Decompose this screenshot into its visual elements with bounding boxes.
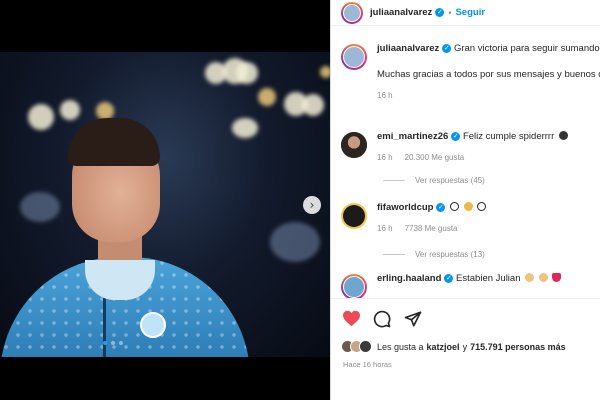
soccer-ball-emoji-icon	[477, 202, 487, 211]
commenter-avatar[interactable]	[341, 274, 367, 298]
commenter-avatar[interactable]	[341, 132, 367, 158]
comment-item: fifaworldcup ✓ 16 h 7738 Me gusta	[341, 201, 600, 233]
carousel-pager	[103, 341, 123, 345]
verified-icon: ✓	[442, 43, 452, 53]
separator: •	[448, 7, 452, 18]
post-header: juliaanalvarez ✓ • Seguir	[331, 0, 600, 26]
comments-list: juliaanalvarez ✓ Gran victoria para segui…	[331, 26, 600, 298]
comment-text: Feliz cumple spiderrrr	[462, 131, 555, 142]
post-side-panel: juliaanalvarez ✓ • Seguir juliaanalvarez…	[330, 0, 600, 400]
trophy-face-emoji-icon	[463, 202, 473, 211]
caption-time: 16 h	[377, 91, 393, 100]
comment-likes[interactable]: 20.300 Me gusta	[405, 153, 465, 162]
caption-text-2: Muchas gracias a todos por sus mensajes …	[377, 69, 600, 80]
comment-time: 16 h	[377, 153, 393, 162]
comment-username[interactable]: emi_martinez26	[377, 131, 448, 142]
heart-icon	[342, 310, 360, 327]
verified-icon: ✓	[444, 273, 454, 283]
view-replies-label: Ver respuestas (45)	[415, 176, 485, 185]
view-replies-button[interactable]: Ver respuestas (13)	[383, 250, 485, 259]
like-button[interactable]	[341, 309, 361, 329]
praying-hands-emoji-icon	[525, 273, 535, 282]
post-timestamp[interactable]: Hace 16 horas	[343, 360, 392, 369]
club-crest-icon	[140, 312, 166, 338]
pager-dot	[111, 341, 115, 345]
comment-username[interactable]: erling.haaland	[377, 273, 441, 284]
likes-user[interactable]: katzjoel	[427, 342, 460, 352]
caption-item: juliaanalvarez ✓ Gran victoria para segui…	[341, 42, 600, 100]
verified-icon: ✓	[451, 131, 461, 141]
commenter-avatar[interactable]	[341, 203, 367, 229]
liker-avatar[interactable]	[359, 340, 372, 353]
comment-button[interactable]	[372, 309, 392, 329]
chevron-right-icon: ›	[309, 198, 315, 212]
share-icon	[404, 310, 422, 327]
view-replies-label: Ver respuestas (13)	[415, 250, 485, 259]
comment-icon	[373, 310, 391, 327]
pager-dot	[119, 341, 123, 345]
post-photo[interactable]	[0, 52, 330, 357]
author-username[interactable]: juliaanalvarez	[370, 7, 432, 18]
comment-item: erling.haaland ✓ Estabien Julian	[341, 272, 600, 298]
verified-icon: ✓	[435, 8, 445, 17]
comment-item: emi_martinez26 ✓ Feliz cumple spiderrrr 1…	[341, 130, 600, 162]
caption-text: Gran victoria para seguir sumando en un …	[453, 43, 600, 54]
verified-icon: ✓	[436, 202, 446, 212]
author-avatar[interactable]	[341, 44, 367, 70]
comment-username[interactable]: fifaworldcup	[377, 202, 433, 213]
likes-summary: Les gusta a katzjoel y 715.791 personas …	[341, 340, 566, 353]
comment-time: 16 h	[377, 224, 393, 233]
share-button[interactable]	[403, 309, 423, 329]
view-replies-button[interactable]: Ver respuestas (45)	[383, 176, 485, 185]
next-media-button[interactable]: ›	[303, 196, 321, 214]
media-pane: ›	[0, 0, 330, 400]
comment-text: Estabien Julian	[456, 273, 521, 284]
author-avatar[interactable]	[341, 1, 363, 24]
likes-count[interactable]: 715.791 personas más	[470, 342, 566, 352]
red-heart-emoji-icon	[552, 273, 562, 282]
follow-button[interactable]: Seguir	[455, 7, 485, 18]
comment-likes[interactable]: 7738 Me gusta	[405, 224, 458, 233]
likes-middle: y	[462, 341, 468, 352]
pager-dot	[103, 341, 107, 345]
likes-prefix: Les gusta a	[377, 341, 424, 352]
soccer-ball-emoji-icon	[450, 202, 460, 211]
post-actions	[331, 298, 600, 338]
caption-username[interactable]: juliaanalvarez	[377, 43, 439, 54]
spider-emoji-icon	[558, 131, 568, 140]
instagram-post-modal: › juliaanalvarez ✓ • Seguir juliaanalvar…	[0, 0, 600, 400]
praying-hands-emoji-icon	[538, 273, 548, 282]
